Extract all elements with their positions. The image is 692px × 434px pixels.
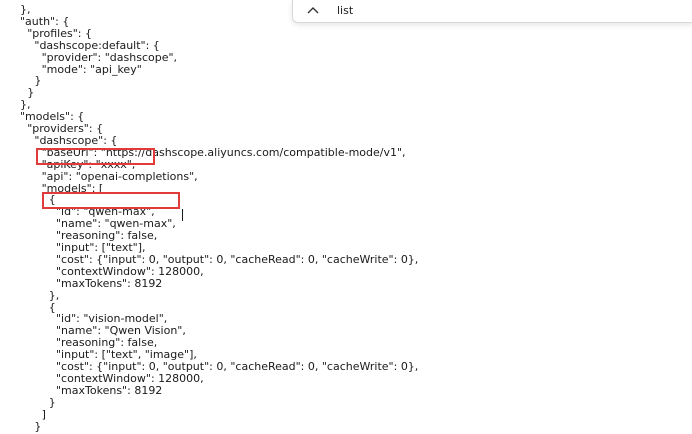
chevron-up-icon <box>307 7 319 14</box>
text-editor[interactable]: }, "auth": {"profiles": {"dashscope:defau… <box>0 0 692 433</box>
code-line: "maxTokens": 8192 <box>56 276 163 290</box>
code-line: } <box>34 74 42 88</box>
text-cursor <box>182 209 183 221</box>
code-line: } <box>48 395 56 409</box>
code-line: { <box>48 300 56 314</box>
code-line: } <box>34 419 42 433</box>
find-bar <box>292 0 692 23</box>
code-line: "maxTokens": 8192 <box>56 383 163 397</box>
code-line: { <box>48 193 56 207</box>
find-toggle-button[interactable] <box>299 1 327 19</box>
code-line: ] <box>41 407 46 421</box>
find-input[interactable] <box>337 1 687 19</box>
code-line: "mode": "api_key" <box>41 62 142 76</box>
